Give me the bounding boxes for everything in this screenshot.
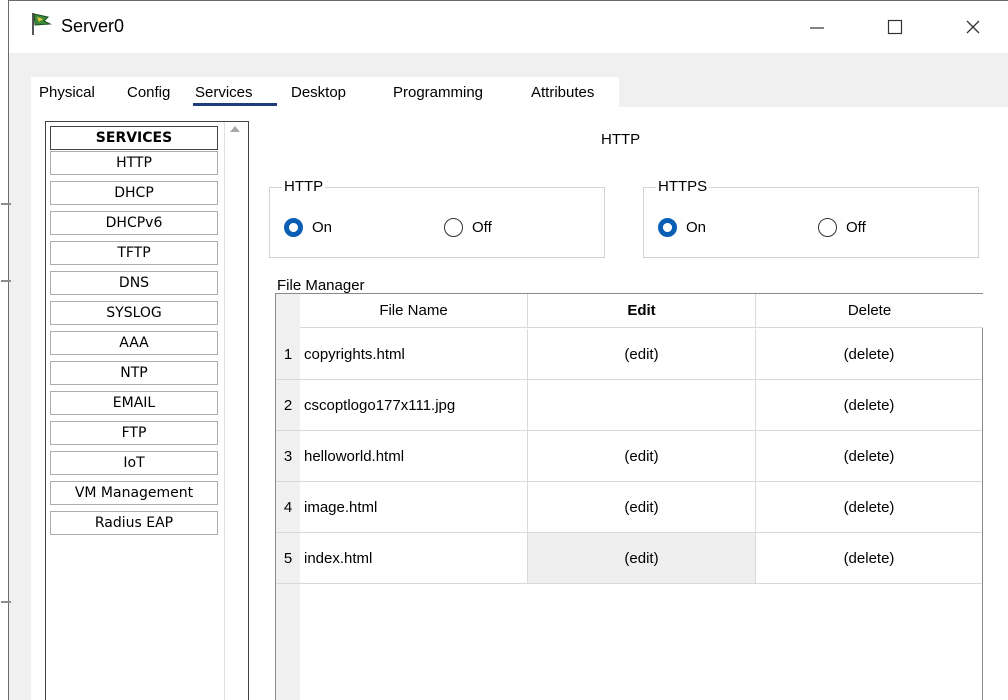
file-name-cell[interactable]: helloworld.html [300,431,528,481]
tab-config[interactable]: Config [119,77,187,107]
delete-link[interactable]: (delete) [756,533,982,583]
http-group-label: HTTP [282,178,326,195]
table-row[interactable]: 3 helloworld.html (edit) (delete) [276,431,982,482]
tab-desktop[interactable]: Desktop [283,77,385,107]
tab-services[interactable]: Services [187,77,283,107]
service-tftp[interactable]: TFTP [50,241,218,265]
row-number: 4 [276,482,300,532]
edit-link[interactable]: (edit) [528,533,756,583]
window-edge-marker [1,601,11,603]
http-off-label: Off [472,219,492,236]
radio-unselected-icon [818,218,837,237]
maximize-button[interactable] [867,7,923,47]
server-app-icon [32,13,52,35]
column-header-delete[interactable]: Delete [756,294,983,328]
https-group-label: HTTPS [656,178,710,195]
radio-selected-icon [658,218,677,237]
table-row[interactable]: 5 index.html (edit) (delete) [276,533,982,584]
row-number: 3 [276,431,300,481]
row-number: 5 [276,533,300,583]
radio-unselected-icon [444,218,463,237]
service-ftp[interactable]: FTP [50,421,218,445]
service-syslog[interactable]: SYSLOG [50,301,218,325]
delete-link[interactable]: (delete) [756,329,982,379]
https-off-radio[interactable]: Off [818,218,866,237]
table-row[interactable]: 2 cscoptlogo177x111.jpg (delete) [276,380,982,431]
https-group: HTTPS On Off [643,178,979,258]
service-aaa[interactable]: AAA [50,331,218,355]
file-manager-table: File Name Edit Delete 1 copyrights.html … [275,293,983,700]
column-header-file-name[interactable]: File Name [300,294,528,328]
server-window: Server0 Physical Config Services Desktop… [1,0,1008,700]
http-on-radio[interactable]: On [284,218,332,237]
minimize-button[interactable] [789,7,845,47]
service-iot[interactable]: IoT [50,451,218,475]
row-number: 2 [276,380,300,430]
tab-physical[interactable]: Physical [31,77,119,107]
delete-link[interactable]: (delete) [756,482,982,532]
close-icon [966,20,980,34]
file-name-cell[interactable]: image.html [300,482,528,532]
window-title: Server0 [61,16,125,36]
delete-link[interactable]: (delete) [756,431,982,481]
file-name-cell[interactable]: index.html [300,533,528,583]
window-body: Physical Config Services Desktop Program… [1,53,1008,700]
tab-programming[interactable]: Programming [385,77,523,107]
tab-bar: Physical Config Services Desktop Program… [31,77,619,107]
https-off-label: Off [846,219,866,236]
file-name-cell[interactable]: cscoptlogo177x111.jpg [300,380,528,430]
service-vm-management[interactable]: VM Management [50,481,218,505]
edit-cell-empty [528,380,756,430]
edit-link[interactable]: (edit) [528,482,756,532]
title-bar[interactable]: Server0 [9,1,1008,53]
service-ntp[interactable]: NTP [50,361,218,385]
http-off-radio[interactable]: Off [444,218,492,237]
file-manager-label: File Manager [277,277,365,294]
service-http[interactable]: HTTP [50,151,218,175]
tab-attributes[interactable]: Attributes [523,77,619,107]
file-name-cell[interactable]: copyrights.html [300,329,528,379]
close-button[interactable] [945,7,1001,47]
scroll-up-arrow-icon[interactable] [230,126,240,132]
service-dhcpv6[interactable]: DHCPv6 [50,211,218,235]
column-header-edit[interactable]: Edit [528,294,756,328]
https-on-radio[interactable]: On [658,218,706,237]
service-email[interactable]: EMAIL [50,391,218,415]
services-list: SERVICES HTTP DHCP DHCPv6 TFTP DNS SYSLO… [45,121,249,700]
window-edge-marker [1,280,11,282]
service-dns[interactable]: DNS [50,271,218,295]
services-scrollbar[interactable] [224,122,248,700]
http-group: HTTP On Off [269,178,605,258]
row-number: 1 [276,329,300,379]
service-radius-eap[interactable]: Radius EAP [50,511,218,535]
service-dhcp[interactable]: DHCP [50,181,218,205]
maximize-icon [887,19,903,35]
edit-link[interactable]: (edit) [528,329,756,379]
minimize-icon [810,27,824,29]
https-on-label: On [686,219,707,236]
window-edge-marker [1,203,11,205]
radio-selected-icon [284,218,303,237]
table-row[interactable]: 4 image.html (edit) (delete) [276,482,982,533]
edit-link[interactable]: (edit) [528,431,756,481]
delete-link[interactable]: (delete) [756,380,982,430]
services-header: SERVICES [50,126,218,150]
service-heading: HTTP [601,131,641,148]
services-content: SERVICES HTTP DHCP DHCPv6 TFTP DNS SYSLO… [31,107,1008,700]
table-row[interactable]: 1 copyrights.html (edit) (delete) [276,329,982,380]
http-on-label: On [312,219,333,236]
